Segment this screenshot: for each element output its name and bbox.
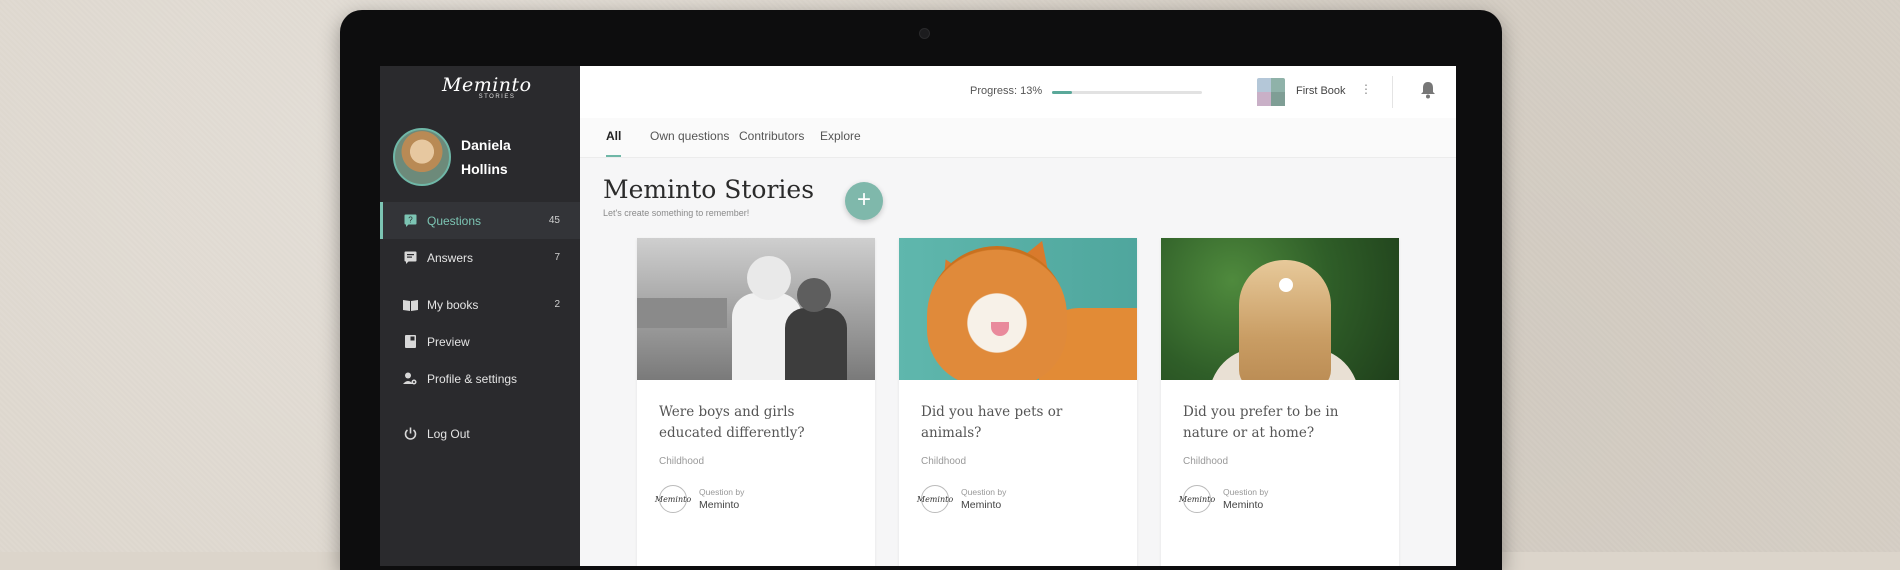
sidebar-item-preview[interactable]: Preview [380, 323, 580, 360]
notification-bell-icon[interactable] [1420, 81, 1440, 101]
sidebar: Meminto STORIES Daniela Hollins ? Questi… [380, 66, 580, 566]
card-category: Childhood [659, 456, 705, 467]
tab-own-questions[interactable]: Own questions [650, 118, 729, 157]
question-card[interactable]: Did you prefer to be in nature or at hom… [1161, 238, 1399, 566]
author-name: Meminto [961, 499, 1002, 511]
top-bar: Progress: 13% First Book ⋮ [580, 66, 1456, 119]
tab-explore[interactable]: Explore [820, 118, 861, 157]
card-title[interactable]: Did you prefer to be in nature or at hom… [1183, 402, 1377, 444]
card-image-girl-nature [1161, 238, 1399, 380]
question-card[interactable]: Did you have pets or animals? Childhood … [899, 238, 1137, 566]
card-image-cat [899, 238, 1137, 380]
question-card[interactable]: Were boys and girls educated differently… [637, 238, 875, 566]
card-author: Meminto Question by Meminto [655, 485, 853, 513]
card-author: Meminto Question by Meminto [917, 485, 1115, 513]
book-thumbnail[interactable] [1257, 78, 1285, 106]
author-by-label: Question by [699, 487, 745, 497]
tab-bar: All Own questions Contributors Explore [580, 118, 1456, 158]
answer-icon [402, 250, 418, 266]
user-last-name: Hollins [461, 161, 508, 177]
card-category: Childhood [921, 456, 967, 467]
add-question-button[interactable]: + [845, 182, 883, 220]
preview-icon [402, 334, 418, 350]
topbar-divider [1392, 76, 1393, 108]
avatar[interactable] [393, 128, 451, 186]
meminto-logo-icon: Meminto [655, 485, 691, 513]
sidebar-nav: ? Questions 45 Answers 7 My books 2 Prev… [380, 202, 580, 452]
sidebar-item-label: Profile & settings [427, 371, 518, 386]
tab-contributors[interactable]: Contributors [739, 118, 804, 157]
meminto-logo-icon: Meminto [1179, 485, 1215, 513]
book-menu-icon[interactable]: ⋮ [1360, 82, 1372, 96]
author-by-label: Question by [1223, 487, 1269, 497]
card-category: Childhood [1183, 456, 1229, 467]
user-first-name: Daniela [461, 137, 511, 153]
card-author: Meminto Question by Meminto [1179, 485, 1377, 513]
card-image-children [637, 238, 875, 380]
progress-bar-fill [1052, 91, 1072, 94]
user-profile[interactable]: Daniela Hollins [393, 128, 511, 186]
card-title[interactable]: Were boys and girls educated differently… [659, 402, 853, 444]
questions-count: 45 [548, 215, 560, 226]
books-count: 2 [554, 299, 560, 310]
tab-all[interactable]: All [606, 118, 622, 157]
answers-count: 7 [554, 252, 560, 263]
card-title[interactable]: Did you have pets or animals? [921, 402, 1115, 444]
book-selector[interactable]: First Book [1296, 85, 1346, 97]
sidebar-item-label: Log Out [427, 426, 470, 441]
sidebar-item-label: Questions [427, 213, 482, 228]
power-icon [402, 426, 418, 442]
author-by-label: Question by [961, 487, 1007, 497]
svg-text:?: ? [408, 216, 413, 225]
profile-settings-icon [402, 371, 418, 387]
app-logo[interactable]: Meminto STORIES [442, 74, 532, 110]
sidebar-item-my-books[interactable]: My books 2 [380, 286, 580, 323]
sidebar-item-label: My books [427, 297, 479, 312]
user-name: Daniela Hollins [461, 133, 511, 181]
sidebar-item-profile-settings[interactable]: Profile & settings [380, 360, 580, 397]
sidebar-item-label: Answers [427, 250, 474, 265]
progress-label: Progress: 13% [970, 85, 1043, 97]
logo-main-text: Meminto [442, 74, 532, 96]
app-screen: Meminto STORIES Daniela Hollins ? Questi… [380, 66, 1456, 566]
page-title: Meminto Stories [603, 175, 815, 204]
book-icon [402, 297, 418, 313]
sidebar-item-questions[interactable]: ? Questions 45 [380, 202, 580, 239]
laptop-frame: Meminto STORIES Daniela Hollins ? Questi… [340, 10, 1502, 570]
sidebar-item-log-out[interactable]: Log Out [380, 415, 580, 452]
author-name: Meminto [699, 499, 740, 511]
main-content: Meminto Stories Let's create something t… [580, 158, 1456, 566]
camera-icon [919, 28, 930, 39]
progress-bar [1052, 91, 1202, 94]
sidebar-item-answers[interactable]: Answers 7 [380, 239, 580, 276]
author-name: Meminto [1223, 499, 1264, 511]
page-subtitle: Let's create something to remember! [603, 208, 750, 218]
meminto-logo-icon: Meminto [917, 485, 953, 513]
sidebar-item-label: Preview [427, 334, 470, 349]
question-icon: ? [402, 213, 418, 229]
